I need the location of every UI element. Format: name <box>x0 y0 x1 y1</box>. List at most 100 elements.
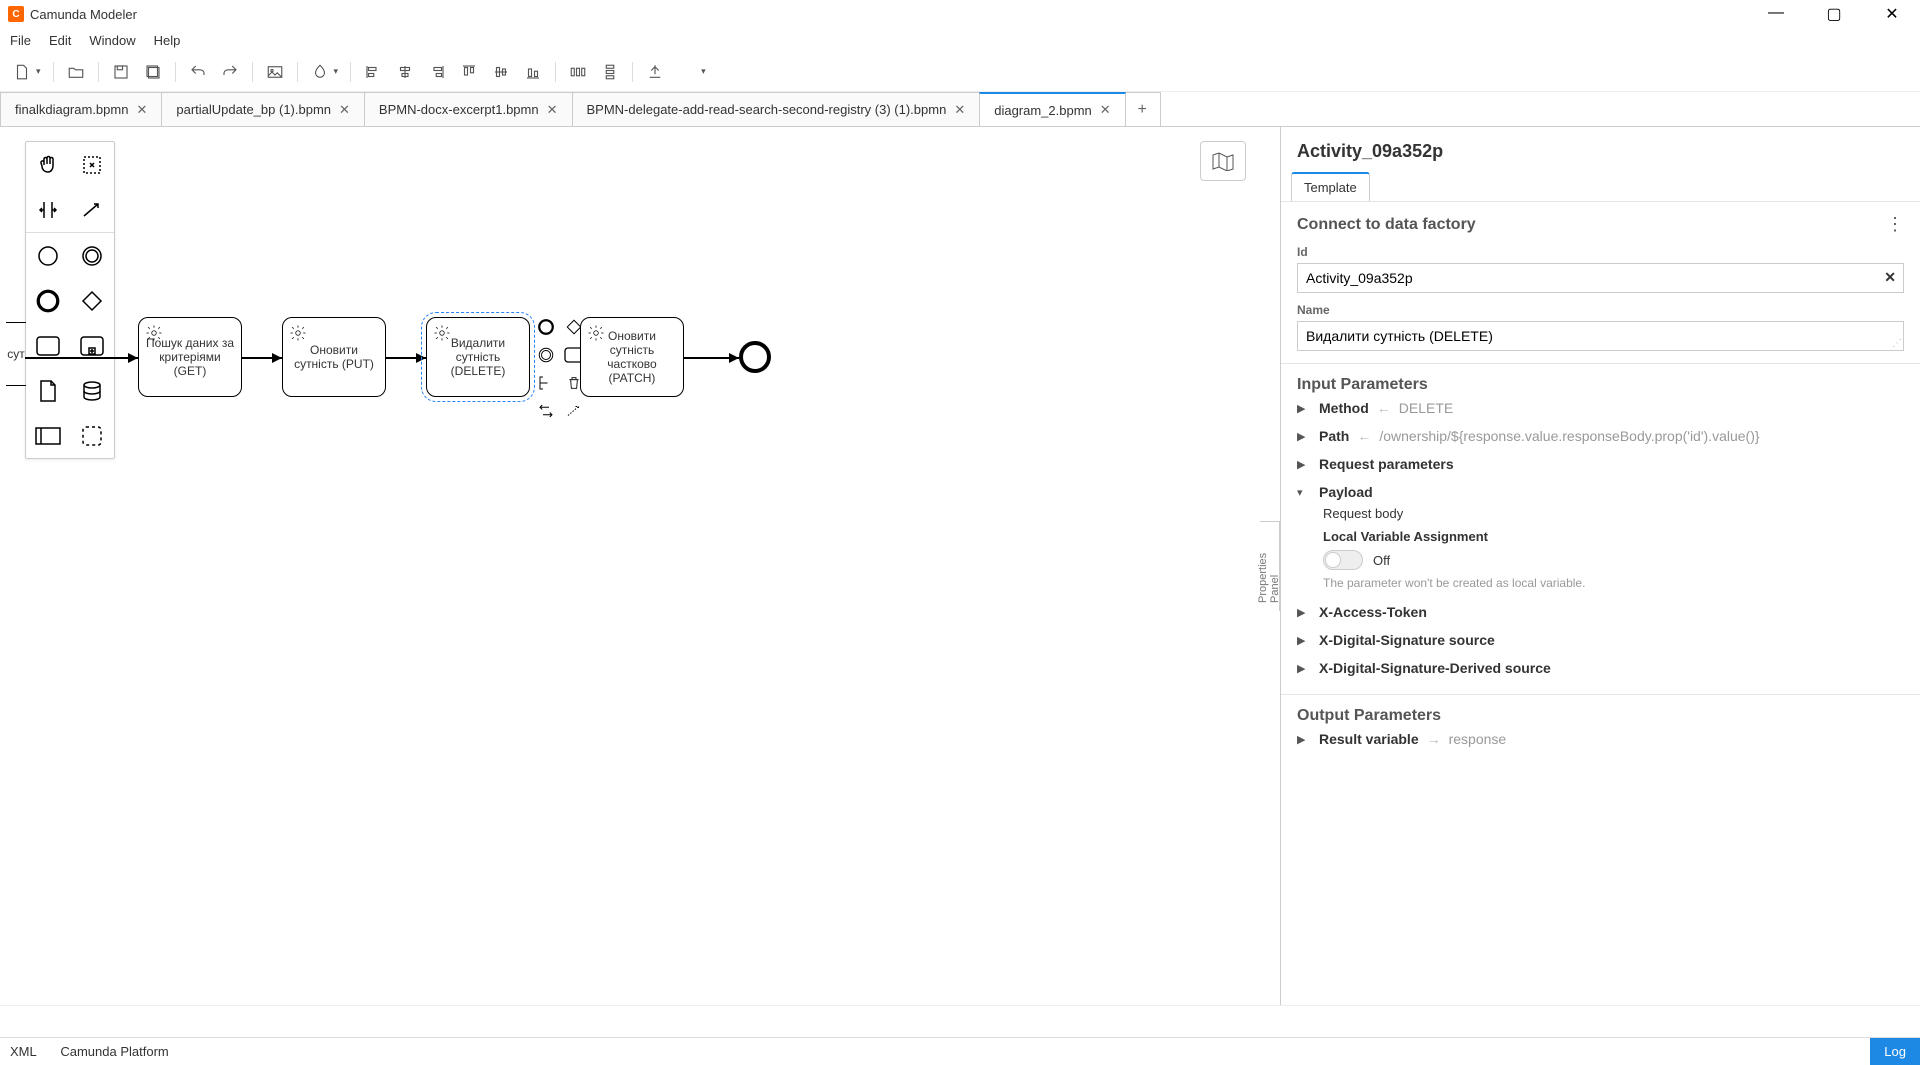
bpmn-task-put[interactable]: Оновити сутність (PUT) <box>282 317 386 397</box>
deploy-icon[interactable] <box>641 58 669 86</box>
xml-tab[interactable]: XML <box>10 1044 37 1059</box>
annotation-icon[interactable] <box>534 371 558 395</box>
maximize-button[interactable]: ▢ <box>1814 4 1854 24</box>
append-end-event-icon[interactable] <box>534 315 558 339</box>
param-x-digital-signature[interactable]: ▶X-Digital-Signature source <box>1297 626 1904 654</box>
toolbar: ▾ ▾ ▾ <box>0 52 1920 92</box>
align-center-h-icon[interactable] <box>391 58 419 86</box>
diagram-canvas[interactable]: сут Пошук даних за критеріями (GET) Онов… <box>0 127 1260 1005</box>
kebab-icon[interactable]: ⋮ <box>1886 214 1904 235</box>
align-right-icon[interactable] <box>423 58 451 86</box>
gear-icon <box>433 324 451 345</box>
param-method[interactable]: ▶Method←DELETE <box>1297 394 1904 422</box>
sequence-flow[interactable] <box>25 357 138 359</box>
close-icon[interactable]: ✕ <box>954 102 965 118</box>
global-connect-icon[interactable] <box>70 187 114 232</box>
participant-icon[interactable] <box>26 413 70 458</box>
close-icon[interactable]: ✕ <box>547 102 558 118</box>
align-left-icon[interactable] <box>359 58 387 86</box>
save-all-icon[interactable] <box>139 58 167 86</box>
bpmn-task-patch[interactable]: Оновити сутність частково (PATCH) <box>580 317 684 397</box>
align-bottom-icon[interactable] <box>519 58 547 86</box>
name-input[interactable] <box>1297 321 1904 351</box>
offscreen-task[interactable]: сут <box>6 322 26 386</box>
subprocess-icon[interactable] <box>70 323 114 368</box>
minimize-button[interactable]: ― <box>1756 4 1796 24</box>
tab-template[interactable]: Template <box>1291 172 1370 201</box>
name-label: Name <box>1297 303 1904 317</box>
context-pad <box>534 315 586 423</box>
intermediate-event-icon[interactable] <box>70 233 114 278</box>
gateway-icon[interactable] <box>70 278 114 323</box>
param-path[interactable]: ▶Path←/ownership/${response.value.respon… <box>1297 422 1904 450</box>
space-tool-icon[interactable] <box>26 187 70 232</box>
data-object-icon[interactable] <box>26 368 70 413</box>
param-result-variable[interactable]: ▶Result variable→response <box>1297 725 1904 753</box>
data-store-icon[interactable] <box>70 368 114 413</box>
lva-toggle[interactable] <box>1323 550 1363 570</box>
hand-tool-icon[interactable] <box>26 142 70 187</box>
connect-icon[interactable] <box>562 399 586 423</box>
gear-icon <box>587 324 605 345</box>
open-file-icon[interactable] <box>62 58 90 86</box>
color-icon[interactable] <box>306 58 334 86</box>
redo-icon[interactable] <box>216 58 244 86</box>
undo-icon[interactable] <box>184 58 212 86</box>
param-x-digital-signature-derived[interactable]: ▶X-Digital-Signature-Derived source <box>1297 654 1904 682</box>
tab-delegate[interactable]: BPMN-delegate-add-read-search-second-reg… <box>572 92 981 126</box>
clear-icon[interactable]: ✕ <box>1884 269 1896 286</box>
bpmn-end-event[interactable] <box>739 341 771 373</box>
title-bar: C Camunda Modeler ― ▢ ✕ <box>0 0 1920 28</box>
image-icon[interactable] <box>261 58 289 86</box>
end-event-icon[interactable] <box>26 278 70 323</box>
param-payload[interactable]: ▾Payload <box>1297 478 1904 506</box>
change-type-icon[interactable] <box>534 399 558 423</box>
platform-tab[interactable]: Camunda Platform <box>60 1044 168 1059</box>
param-request-parameters[interactable]: ▶Request parameters <box>1297 450 1904 478</box>
minimap-toggle[interactable] <box>1200 141 1246 181</box>
resize-grip-icon[interactable]: ⋰ <box>1892 338 1902 349</box>
tab-diagram2[interactable]: diagram_2.bpmn✕ <box>979 92 1125 126</box>
output-parameters-header: Output Parameters <box>1297 707 1904 725</box>
tab-docx-excerpt[interactable]: BPMN-docx-excerpt1.bpmn✕ <box>364 92 573 126</box>
arrowhead-icon <box>729 353 739 363</box>
close-window-button[interactable]: ✕ <box>1872 4 1912 24</box>
input-parameters-header: Input Parameters <box>1297 376 1904 394</box>
lasso-tool-icon[interactable] <box>70 142 114 187</box>
menu-edit[interactable]: Edit <box>49 33 71 48</box>
tab-partialupdate[interactable]: partialUpdate_bp (1).bpmn✕ <box>161 92 365 126</box>
append-intermediate-event-icon[interactable] <box>534 343 558 367</box>
save-icon[interactable] <box>107 58 135 86</box>
status-bar: XML Camunda Platform Log <box>0 1037 1920 1065</box>
new-tab-button[interactable]: + <box>1125 92 1161 126</box>
group-icon[interactable] <box>70 413 114 458</box>
close-icon[interactable]: ✕ <box>339 102 350 118</box>
menu-file[interactable]: File <box>10 33 31 48</box>
distribute-h-icon[interactable] <box>564 58 592 86</box>
menu-help[interactable]: Help <box>154 33 181 48</box>
panel-collapse-handle[interactable]: Properties Panel <box>1258 521 1280 611</box>
arrowhead-icon <box>272 353 282 363</box>
bpmn-task-get[interactable]: Пошук даних за критеріями (GET) <box>138 317 242 397</box>
id-input[interactable] <box>1297 263 1904 293</box>
run-icon[interactable] <box>673 58 701 86</box>
bpmn-task-delete[interactable]: Видалити сутність (DELETE) <box>426 317 530 397</box>
align-center-v-icon[interactable] <box>487 58 515 86</box>
distribute-v-icon[interactable] <box>596 58 624 86</box>
close-icon[interactable]: ✕ <box>1100 102 1111 118</box>
menu-window[interactable]: Window <box>89 33 135 48</box>
log-button[interactable]: Log <box>1870 1038 1920 1065</box>
param-x-access-token[interactable]: ▶X-Access-Token <box>1297 598 1904 626</box>
task-icon[interactable] <box>26 323 70 368</box>
tab-bar: finalkdiagram.bpmn✕ partialUpdate_bp (1)… <box>0 92 1920 127</box>
new-file-icon[interactable] <box>8 58 36 86</box>
start-event-icon[interactable] <box>26 233 70 278</box>
arrowhead-icon <box>416 353 426 363</box>
tab-finalkdiagram[interactable]: finalkdiagram.bpmn✕ <box>0 92 162 126</box>
align-top-icon[interactable] <box>455 58 483 86</box>
status-spacer <box>0 1005 1920 1037</box>
close-icon[interactable]: ✕ <box>136 102 147 118</box>
properties-panel: Activity_09a352p Template Connect to dat… <box>1280 127 1920 1005</box>
lva-state: Off <box>1373 553 1390 568</box>
selected-element-title: Activity_09a352p <box>1281 127 1920 172</box>
